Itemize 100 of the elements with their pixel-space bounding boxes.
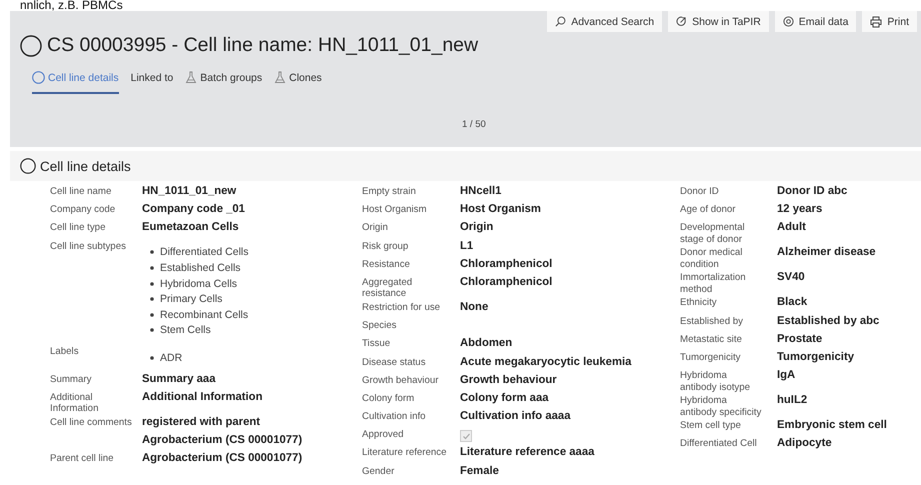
field-label: Cell line type <box>50 221 106 234</box>
field-value: Eumetazoan Cells <box>142 220 239 234</box>
toolbar-button[interactable]: Show in TaPIR <box>668 11 769 32</box>
bullet-icon <box>150 297 154 302</box>
field-value: registered with parent <box>142 414 260 429</box>
field-label: Stem cell type <box>680 419 742 432</box>
field-value: Tumorgenicity <box>777 350 854 364</box>
list-item: Recombinant Cells <box>160 308 248 321</box>
field-value: Literature reference aaaa <box>460 445 594 460</box>
field-value: Alzheimer disease <box>777 245 876 260</box>
field-value: Agrobacterium (CS 00001077) <box>142 451 302 466</box>
field-label: Growth behaviour <box>362 374 440 386</box>
field-label: Cell line comments <box>50 416 133 428</box>
field-value: Established by abc <box>777 314 880 328</box>
page-title: CS 00003995 - Cell line name: HN_1011_01_new <box>47 34 478 57</box>
field-label: Origin <box>362 221 389 234</box>
field-value: Embryonic stem cell <box>777 418 887 432</box>
toolbar-button[interactable]: Print <box>862 11 917 32</box>
field-label: Hybridoma antibody isotype <box>680 369 752 394</box>
field-label: Aggregated resistance <box>362 276 414 300</box>
flask-icon <box>185 71 198 84</box>
field-value: Company code _01 <box>142 202 245 216</box>
field-value: 12 years <box>777 202 822 216</box>
field-label: Tissue <box>362 337 392 350</box>
printer-icon <box>870 16 882 28</box>
section-title: Cell line details <box>40 158 131 174</box>
field-label: Colony form <box>362 392 416 404</box>
field-value: Host Organism <box>460 202 541 216</box>
tab[interactable]: Clones <box>274 71 322 94</box>
field-label: Risk group <box>362 240 410 252</box>
field-label: Immortalization method <box>680 271 747 296</box>
field-label: Metastatic site <box>680 332 743 346</box>
field-value: L1 <box>460 238 474 253</box>
field-value: Donor ID abc <box>777 184 848 198</box>
field-value: Female <box>460 464 499 478</box>
list-item: ADR <box>160 352 182 364</box>
field-value: SV40 <box>777 270 805 284</box>
field-label: Summary <box>50 372 92 386</box>
at-sign-icon <box>782 16 794 27</box>
field-label: Resistance <box>362 258 411 270</box>
field-value: Cultivation info aaaa <box>460 409 570 424</box>
field-label: Approved <box>362 428 404 441</box>
field-label: Restriction for use <box>362 300 442 314</box>
circle-icon <box>32 71 45 84</box>
bullet-icon <box>150 266 154 270</box>
field-value: Colony form aaa <box>460 390 549 405</box>
field-label: Cell line name <box>50 185 112 198</box>
page-counter: 1 / 50 <box>462 119 486 130</box>
list-item: Hybridoma Cells <box>160 278 238 290</box>
field-label: Disease status <box>362 356 427 368</box>
field-label: Ethnicity <box>680 296 718 309</box>
tab[interactable]: Batch groups <box>185 71 262 94</box>
field-label: Parent cell line <box>50 452 115 465</box>
toolbar-button[interactable]: Email data <box>774 11 856 32</box>
field-label: Literature reference <box>362 446 448 459</box>
list-item: Stem Cells <box>160 324 211 336</box>
field-value: HNcell1 <box>460 184 502 198</box>
bullet-icon <box>150 282 154 286</box>
list-item: Differentiated Cells <box>160 246 249 258</box>
field-label: Established by <box>680 314 744 328</box>
field-value: HN_1011_01_new <box>142 184 236 198</box>
bullet-icon <box>150 328 154 332</box>
field-label: Tumorgenicity <box>680 350 742 364</box>
field-label: Labels <box>50 345 80 358</box>
bullet-icon <box>150 312 154 317</box>
field-value: Prostate <box>777 332 822 346</box>
field-label: Developmental stage of donor <box>680 221 746 246</box>
field-value: Summary aaa <box>142 372 216 386</box>
field-label: Donor ID <box>680 185 720 198</box>
tab[interactable]: Linked to <box>130 71 174 94</box>
field-label: Donor medical condition <box>680 246 744 270</box>
field-value: Chloramphenicol <box>460 274 552 289</box>
field-value: Black <box>777 295 808 310</box>
bullet-icon <box>150 250 154 254</box>
field-label: Gender <box>362 464 396 478</box>
field-value: Acute megakaryocytic leukemia <box>460 354 632 368</box>
field-label: Differentiated Cell <box>680 437 758 450</box>
circle-icon <box>20 34 42 56</box>
field-label: Additional Information <box>50 390 100 415</box>
field-label: Hybridoma antibody specificity <box>680 394 762 418</box>
circle-icon <box>20 158 36 174</box>
field-value: Additional Information <box>142 390 262 404</box>
search-icon <box>555 16 566 27</box>
external-link-icon <box>676 16 688 27</box>
field-label: Species <box>362 319 398 332</box>
field-label: Cell line subtypes <box>50 240 127 252</box>
field-value: Abdomen <box>460 336 512 350</box>
field-label: Age of donor <box>680 203 736 216</box>
field-value: Origin <box>460 220 494 234</box>
field-value: Growth behaviour <box>460 372 557 387</box>
field-value: Adipocyte <box>777 436 832 450</box>
field-label: Cultivation info <box>362 410 427 423</box>
list-item: Established Cells <box>160 262 241 274</box>
toolbar-button[interactable]: Advanced Search <box>547 11 662 32</box>
flask-icon <box>274 71 286 84</box>
field-label: Company code <box>50 203 116 216</box>
field-value: huIL2 <box>777 393 808 408</box>
field-value: Adult <box>777 220 806 234</box>
field-label: Empty strain <box>362 185 417 198</box>
field-label: Host Organism <box>362 203 428 216</box>
